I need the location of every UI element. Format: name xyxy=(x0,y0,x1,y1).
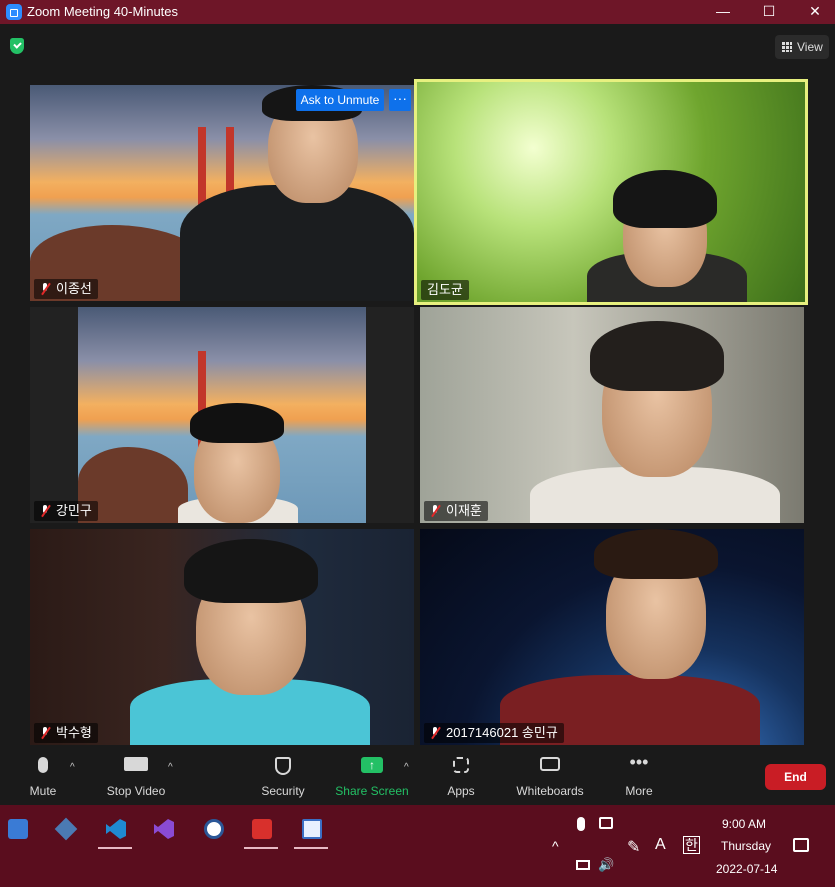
participant-name: 박수형 xyxy=(34,723,98,743)
participant-name-label: 박수형 xyxy=(56,725,92,740)
participant-shirt xyxy=(180,185,414,301)
vscode-icon xyxy=(106,819,126,839)
stop-video-button[interactable]: Stop Video xyxy=(100,748,172,805)
visual-studio-icon xyxy=(154,819,174,839)
participant-name: 이종선 xyxy=(34,279,98,299)
word-document-icon xyxy=(204,819,224,839)
ime-hangul-indicator[interactable]: 한 xyxy=(683,836,700,854)
share-screen-button[interactable]: ↑ Share Screen xyxy=(334,748,410,805)
network-icon[interactable] xyxy=(576,860,590,870)
clock-time[interactable]: 9:00 AM xyxy=(722,817,766,831)
mute-options-caret[interactable]: ^ xyxy=(70,762,75,773)
whiteboards-label: Whiteboards xyxy=(516,784,584,798)
video-camera-icon xyxy=(124,757,148,771)
video-tile[interactable]: 강민구 xyxy=(30,307,414,523)
participant-name-label: 김도균 xyxy=(427,282,463,297)
ask-to-unmute-button[interactable]: Ask to Unmute xyxy=(296,89,384,111)
clock-date[interactable]: 2022-07-14 xyxy=(716,862,777,876)
share-screen-label: Share Screen xyxy=(335,784,409,798)
recording-tray-icon[interactable] xyxy=(599,817,613,829)
microphone-icon xyxy=(38,757,48,773)
volume-icon[interactable]: 🔊 xyxy=(598,857,614,873)
pen-tray-icon[interactable]: ✎ xyxy=(627,837,640,857)
muted-mic-icon xyxy=(40,727,50,739)
view-label: View xyxy=(797,40,823,54)
participant-name: 2017146021 송민규 xyxy=(424,723,564,743)
os-taskbar: ^ ✎ A 한 🔊 9:00 AM Thursday 2022-07-14 xyxy=(0,805,835,887)
more-button[interactable]: ••• More xyxy=(618,748,660,805)
whiteboards-button[interactable]: Whiteboards xyxy=(512,748,588,805)
video-tile[interactable]: 박수형 xyxy=(30,529,414,745)
video-tile-active-speaker[interactable]: 김도균 xyxy=(414,79,808,305)
muted-mic-icon xyxy=(430,727,440,739)
taskbar-app[interactable] xyxy=(48,815,82,843)
participant-name-label: 강민구 xyxy=(56,503,92,518)
ime-mode-a[interactable]: A xyxy=(655,836,666,854)
video-options-caret[interactable]: ^ xyxy=(168,762,173,773)
apps-button[interactable]: Apps xyxy=(440,748,482,805)
meeting-toolbar: Mute ^ Stop Video ^ Security ↑ Share Scr… xyxy=(0,748,835,805)
apps-icon xyxy=(453,757,469,773)
participant-name-label: 이재훈 xyxy=(446,503,482,518)
share-screen-icon: ↑ xyxy=(361,757,383,773)
taskbar-app[interactable] xyxy=(146,815,180,843)
whiteboard-icon xyxy=(540,757,560,771)
muted-mic-icon xyxy=(40,283,50,295)
security-label: Security xyxy=(261,784,305,798)
maximize-button[interactable]: ☐ xyxy=(746,0,792,24)
participant-name: 김도균 xyxy=(421,280,469,300)
virtual-background xyxy=(78,307,366,523)
notepad-icon xyxy=(302,819,322,839)
grid-view-icon xyxy=(782,42,792,52)
notification-center-icon[interactable] xyxy=(793,838,809,852)
participant-name: 강민구 xyxy=(34,501,98,521)
participant-name-label: 이종선 xyxy=(56,281,92,296)
microphone-tray-icon[interactable] xyxy=(577,817,585,831)
taskbar-app[interactable] xyxy=(244,815,278,849)
apps-label: Apps xyxy=(447,784,475,798)
taskbar-app[interactable] xyxy=(294,815,328,849)
virtualbox-icon xyxy=(54,817,78,841)
show-hidden-icons-button[interactable]: ^ xyxy=(552,838,559,854)
participant-name-label: 2017146021 송민규 xyxy=(446,725,558,740)
clock-day[interactable]: Thursday xyxy=(721,839,771,853)
participant-cap xyxy=(190,403,284,443)
video-tile[interactable]: 이재훈 xyxy=(420,307,804,523)
more-dots-icon: ••• xyxy=(629,752,649,772)
view-button[interactable]: View xyxy=(775,35,829,59)
security-button[interactable]: Security xyxy=(255,748,311,805)
more-options-button[interactable]: ··· xyxy=(389,89,411,111)
muted-mic-icon xyxy=(430,505,440,517)
share-options-caret[interactable]: ^ xyxy=(404,762,409,773)
end-meeting-button[interactable]: End xyxy=(765,764,826,790)
close-button[interactable]: ✕ xyxy=(792,0,835,24)
taskbar-app[interactable] xyxy=(98,815,132,849)
taskbar-app[interactable] xyxy=(0,815,34,843)
mute-button[interactable]: Mute xyxy=(18,748,68,805)
muted-mic-icon xyxy=(40,505,50,517)
participant-hair xyxy=(613,170,717,228)
security-shield-icon xyxy=(275,757,291,775)
participant-hair xyxy=(590,321,724,391)
video-tile[interactable]: 2017146021 송민규 xyxy=(420,529,804,745)
minimize-button[interactable]: — xyxy=(700,0,746,24)
stop-video-label: Stop Video xyxy=(106,784,166,798)
meeting-header: View xyxy=(0,24,835,74)
encryption-shield-icon[interactable] xyxy=(10,38,24,54)
more-label: More xyxy=(625,784,653,798)
participant-name: 이재훈 xyxy=(424,501,488,521)
participant-hair xyxy=(184,539,318,603)
taskbar-app[interactable] xyxy=(196,815,230,843)
video-tile[interactable]: Ask to Unmute ··· 이종선 xyxy=(30,85,414,301)
window-title: Zoom Meeting 40-Minutes xyxy=(27,4,179,19)
window-titlebar: Zoom Meeting 40-Minutes — ☐ ✕ xyxy=(0,0,835,24)
participant-hair xyxy=(594,529,718,579)
acrobat-reader-icon xyxy=(252,819,272,839)
video-player-icon xyxy=(8,819,28,839)
mute-label: Mute xyxy=(29,784,57,798)
zoom-logo-icon xyxy=(6,4,22,20)
